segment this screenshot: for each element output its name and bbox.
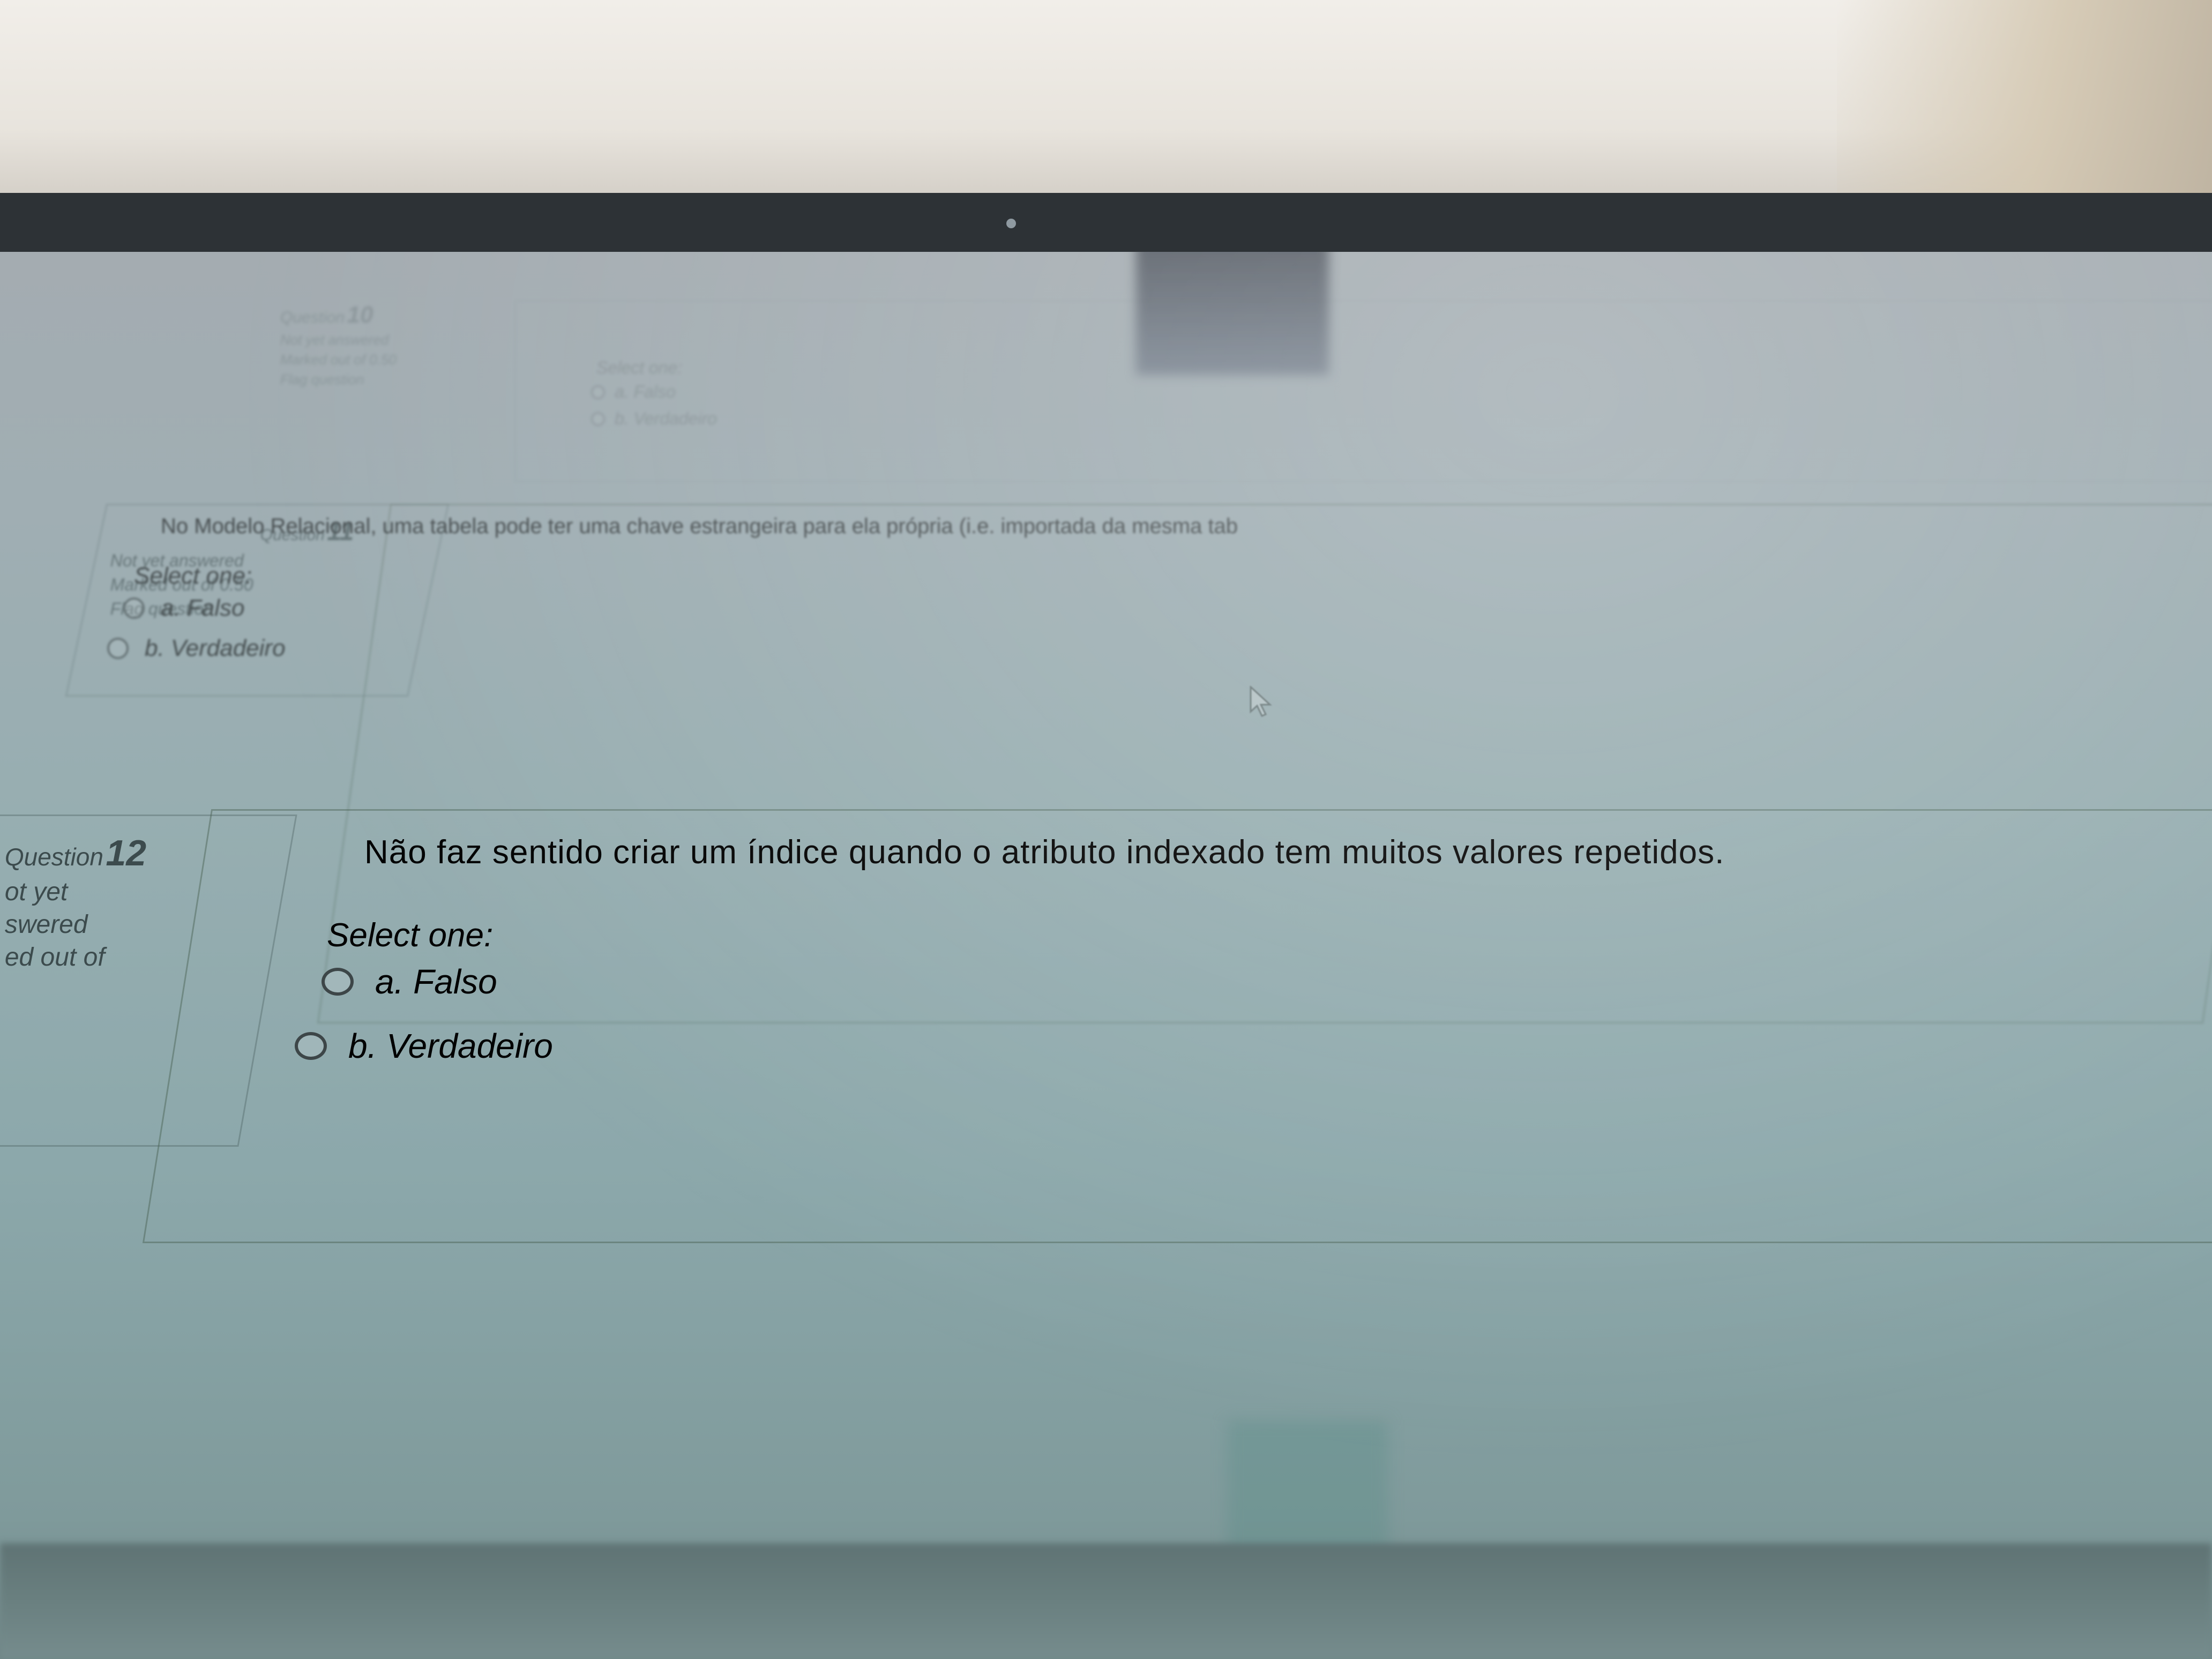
background-wall-corner: [1837, 0, 2212, 214]
mouse-pointer-icon: [1250, 686, 1272, 717]
question-number: 10: [347, 302, 373, 328]
radio-button[interactable]: [295, 1032, 327, 1060]
option-verdadeiro[interactable]: b. Verdadeiro: [107, 635, 286, 662]
laptop-screen: Question 10 Not yet answered Marked out …: [0, 252, 2212, 1659]
select-one-label: Select one:: [596, 358, 683, 377]
option-falso[interactable]: a. Falso: [123, 595, 245, 622]
question-label: Question: [4, 843, 103, 871]
question-label: Question: [280, 309, 345, 326]
question-info: Question 10 Not yet answered Marked out …: [279, 300, 493, 477]
option-label: a. Falso: [161, 595, 245, 621]
radio-button[interactable]: [123, 597, 145, 619]
radio-button[interactable]: [591, 412, 605, 426]
option-label: b. Verdadeiro: [145, 635, 286, 661]
option-label: b. Verdadeiro: [615, 409, 717, 428]
option-falso[interactable]: a. Falso: [322, 962, 497, 1002]
question-number: 12: [106, 833, 147, 873]
radio-button[interactable]: [322, 968, 354, 996]
option-verdadeiro[interactable]: b. Verdadeiro: [591, 409, 717, 429]
radio-button[interactable]: [591, 385, 605, 399]
option-label: a. Falso: [375, 962, 497, 1001]
laptop-palmrest: [0, 1543, 2212, 1659]
option-verdadeiro[interactable]: b. Verdadeiro: [295, 1026, 553, 1066]
flag-question-link[interactable]: Flag question: [280, 371, 491, 388]
question-marks: Marked out of 0.50: [280, 352, 397, 368]
option-label: b. Verdadeiro: [348, 1027, 553, 1065]
quiz-page: Question 10 Not yet answered Marked out …: [0, 252, 2212, 1659]
question-text: No Modelo Relacional, uma tabela pode te…: [161, 514, 1238, 538]
screen-reflection: [1227, 1420, 1388, 1559]
select-one-label: Select one:: [134, 563, 252, 589]
webcam-icon: [1006, 219, 1016, 228]
question-body: Select one: a. Falso b. Verdadeiro: [514, 300, 2212, 482]
select-one-label: Select one:: [327, 917, 494, 954]
radio-button[interactable]: [107, 638, 129, 659]
question-text: Não faz sentido criar um índice quando o…: [364, 834, 1725, 871]
question-status: Not yet answered: [280, 332, 389, 348]
option-label: a. Falso: [615, 382, 676, 401]
option-falso[interactable]: a. Falso: [591, 382, 676, 402]
